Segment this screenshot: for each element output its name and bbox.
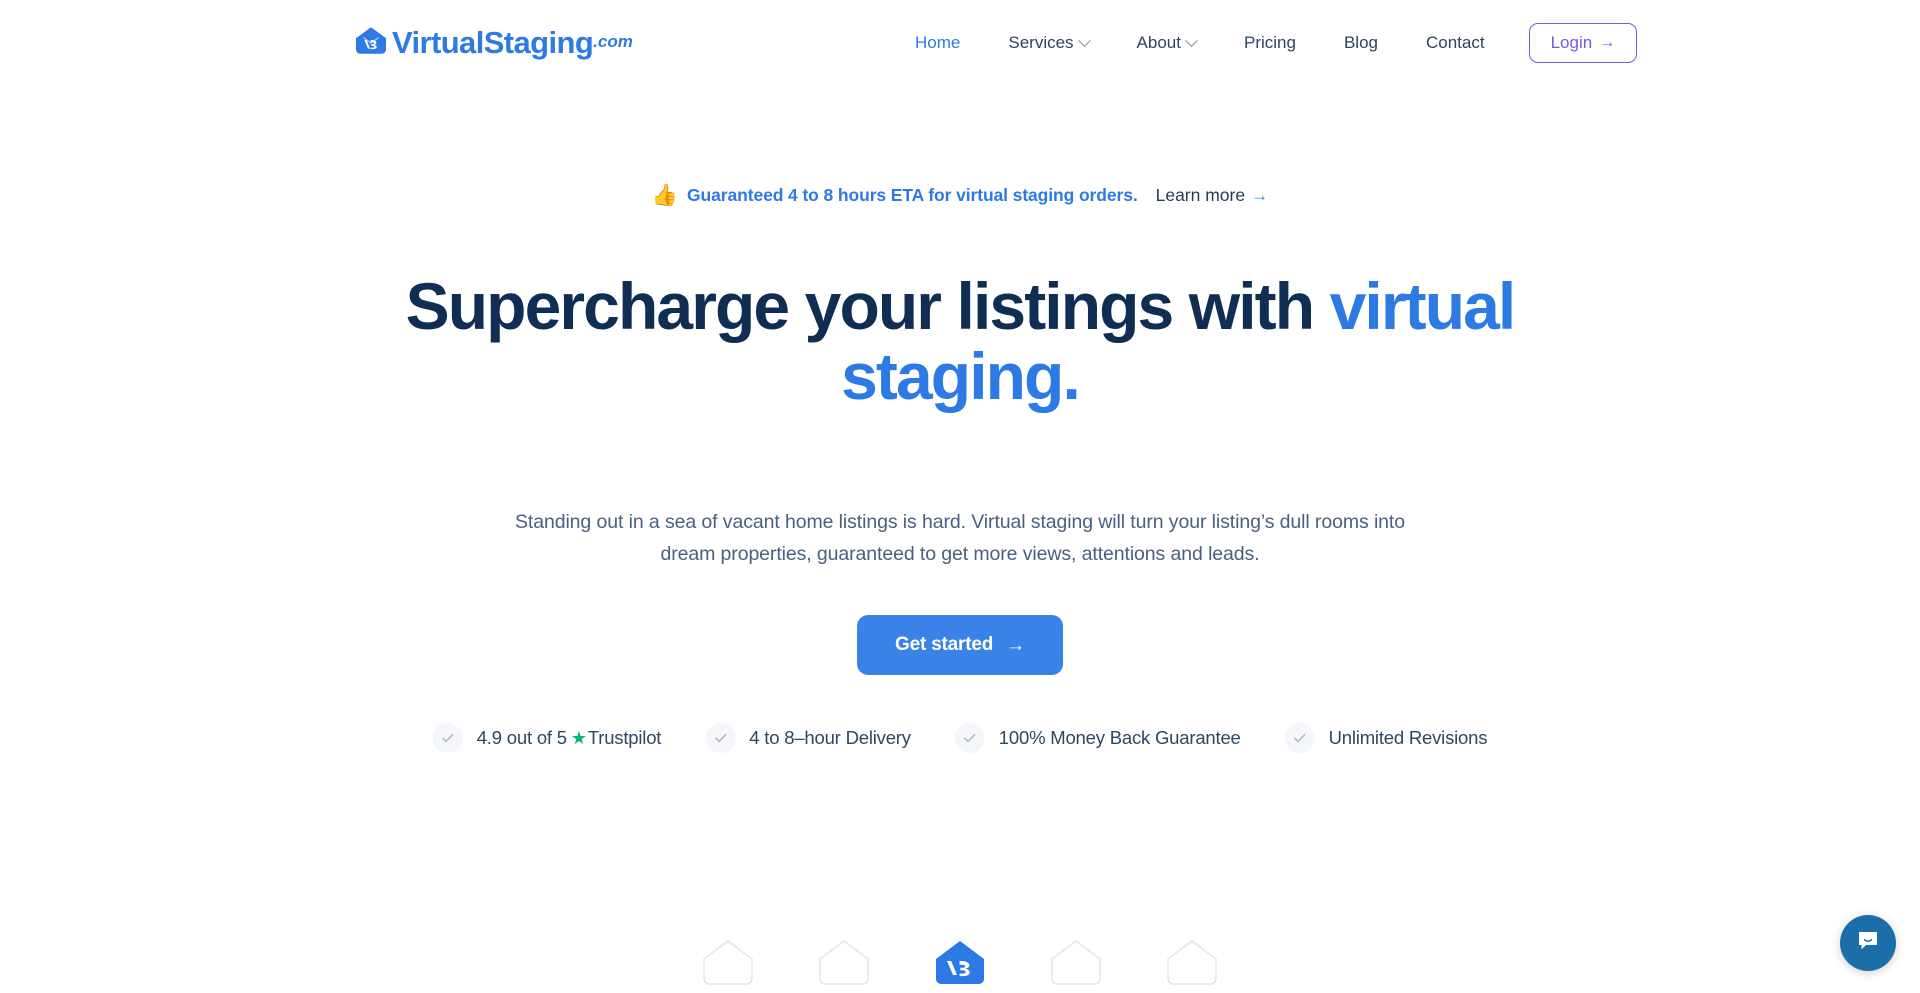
login-button-label: Login bbox=[1550, 33, 1593, 52]
arrow-right-icon: → bbox=[1599, 34, 1616, 51]
feature-item-money-back: 100% Money Back Guarantee bbox=[954, 723, 1241, 753]
nav-item-contact[interactable]: Contact bbox=[1402, 33, 1509, 53]
chevron-down-icon bbox=[1185, 33, 1198, 47]
check-circle-icon bbox=[954, 723, 985, 753]
nav-item-label: Pricing bbox=[1243, 33, 1296, 52]
chat-bubble-icon bbox=[1855, 928, 1881, 959]
primary-navigation: Home Services About Pricing Blog Contact… bbox=[915, 22, 1638, 64]
house-vs-monogram-icon bbox=[1164, 937, 1220, 993]
logo-wordmark: VirtualStaging bbox=[392, 24, 594, 60]
hero-title-plain: Supercharge your listings with bbox=[405, 269, 1330, 343]
login-button[interactable]: Login → bbox=[1528, 23, 1638, 63]
feature-label-suffix: Trustpilot bbox=[587, 727, 662, 748]
landing-page: VirtualStaging .com Home Services About … bbox=[0, 0, 1920, 993]
chat-launcher-button[interactable] bbox=[1840, 915, 1896, 971]
nav-item-label: Contact bbox=[1425, 33, 1485, 52]
hero-subtitle-line-1: Standing out in a sea of vacant home lis… bbox=[514, 511, 1369, 533]
feature-item-trustpilot: 4.9 out of 5 ★ Trustpilot bbox=[432, 723, 662, 753]
thumbs-up-icon: 👍 bbox=[651, 184, 679, 207]
house-vs-monogram-icon-active bbox=[932, 937, 988, 993]
feature-label: 4 to 8–hour Delivery bbox=[749, 727, 911, 748]
feature-label: 4.9 out of 5 ★ Trustpilot bbox=[477, 727, 662, 749]
arrow-right-icon: → bbox=[1251, 185, 1269, 205]
feature-label: 100% Money Back Guarantee bbox=[998, 727, 1241, 748]
check-circle-icon bbox=[705, 723, 736, 753]
star-icon: ★ bbox=[570, 727, 587, 748]
nav-item-label: Blog bbox=[1343, 33, 1378, 52]
hero-subtitle: Standing out in a sea of vacant home lis… bbox=[490, 506, 1430, 570]
nav-item-label: Home bbox=[915, 33, 961, 52]
learn-more-label: Learn more bbox=[1155, 185, 1246, 205]
nav-item-blog[interactable]: Blog bbox=[1320, 33, 1402, 53]
announcement-learn-more-link[interactable]: Learn more → bbox=[1156, 185, 1269, 206]
feature-item-delivery: 4 to 8–hour Delivery bbox=[705, 723, 911, 753]
house-vs-monogram-icon bbox=[700, 937, 756, 993]
house-vs-monogram-icon bbox=[816, 937, 872, 993]
nav-item-pricing[interactable]: Pricing bbox=[1220, 33, 1320, 53]
announcement-text: Guaranteed 4 to 8 hours ETA for virtual … bbox=[687, 185, 1138, 205]
feature-item-revisions: Unlimited Revisions bbox=[1284, 723, 1488, 753]
site-header: VirtualStaging .com Home Services About … bbox=[0, 0, 1920, 92]
house-vs-monogram-icon bbox=[354, 25, 388, 59]
site-logo[interactable]: VirtualStaging .com bbox=[354, 20, 633, 64]
logo-domain-suffix: .com bbox=[593, 32, 633, 51]
nav-item-label: About bbox=[1136, 33, 1181, 52]
get-started-button[interactable]: Get started → bbox=[857, 615, 1063, 675]
nav-item-home[interactable]: Home bbox=[915, 33, 984, 53]
check-circle-icon bbox=[1284, 723, 1315, 753]
nav-item-label: Services bbox=[1008, 33, 1074, 52]
hero-cta-container: Get started → bbox=[857, 615, 1063, 675]
nav-item-services[interactable]: Services bbox=[984, 33, 1112, 53]
page-title: Supercharge your listings with virtual s… bbox=[335, 269, 1585, 412]
check-circle-icon bbox=[432, 723, 463, 753]
announcement-banner: 👍 Guaranteed 4 to 8 hours ETA for virtua… bbox=[0, 185, 1920, 206]
feature-highlights: 4.9 out of 5 ★ Trustpilot 4 to 8–hour Del… bbox=[432, 723, 1488, 753]
logo-carousel-strip bbox=[700, 940, 1220, 993]
feature-label: Unlimited Revisions bbox=[1328, 727, 1488, 748]
get-started-label: Get started bbox=[895, 634, 994, 655]
feature-label-prefix: 4.9 out of 5 bbox=[476, 727, 567, 748]
chevron-down-icon bbox=[1077, 33, 1091, 47]
arrow-right-icon: → bbox=[1006, 634, 1025, 656]
house-vs-monogram-icon bbox=[1048, 937, 1104, 993]
nav-item-about[interactable]: About bbox=[1113, 33, 1220, 53]
